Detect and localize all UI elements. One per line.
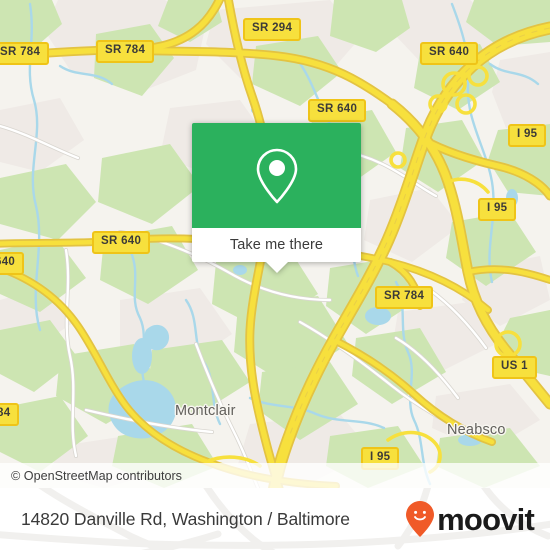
popup-body[interactable]: Take me there bbox=[192, 228, 361, 273]
footer-bar: 14820 Danville Rd, Washington / Baltimor… bbox=[0, 488, 550, 550]
map-canvas[interactable]: Montclair Neabsco SR 784 SR 784 SR 294 S… bbox=[0, 0, 550, 488]
openstreetmap-attribution[interactable]: © OpenStreetMap contributors bbox=[11, 469, 182, 483]
road-shield-i-95-mid[interactable]: I 95 bbox=[478, 198, 517, 221]
take-me-there-label: Take me there bbox=[229, 237, 324, 253]
map-attribution-bar: © OpenStreetMap contributors bbox=[0, 463, 550, 488]
road-shield-sr-784-west-edge[interactable]: SR 784 bbox=[0, 42, 50, 65]
road-shield-sr-640-mid[interactable]: SR 640 bbox=[92, 231, 151, 254]
road-shield-i-95-north[interactable]: I 95 bbox=[508, 124, 547, 147]
road-shield-sr-784-north[interactable]: SR 784 bbox=[96, 40, 155, 63]
moovit-smiley-pin-icon bbox=[406, 501, 435, 537]
place-label-neabsco: Neabsco bbox=[447, 422, 506, 438]
moovit-wordmark: moovit bbox=[437, 501, 535, 537]
road-shield-sr-784-mid[interactable]: SR 784 bbox=[375, 286, 434, 309]
popup-header bbox=[192, 123, 361, 228]
road-shield-us-1[interactable]: US 1 bbox=[492, 356, 537, 379]
moovit-brand-logo[interactable]: moovit bbox=[405, 500, 535, 538]
road-shield-sr-640-east[interactable]: SR 640 bbox=[420, 42, 479, 65]
popup-tail-pointer bbox=[265, 262, 288, 273]
destination-popup[interactable]: Take me there bbox=[192, 123, 361, 273]
road-shield-sr-784-southwest[interactable]: 84 bbox=[0, 403, 20, 426]
road-shield-sr-640-north[interactable]: SR 640 bbox=[308, 99, 367, 122]
location-pin-icon bbox=[256, 148, 297, 203]
destination-address: 14820 Danville Rd, Washington / Baltimor… bbox=[21, 508, 350, 529]
moovit-map-screenshot: Montclair Neabsco SR 784 SR 784 SR 294 S… bbox=[0, 0, 550, 550]
place-label-montclair: Montclair bbox=[175, 403, 236, 419]
road-shield-sr-640-west-edge[interactable]: 640 bbox=[0, 252, 25, 275]
road-shield-sr-294[interactable]: SR 294 bbox=[243, 18, 302, 41]
